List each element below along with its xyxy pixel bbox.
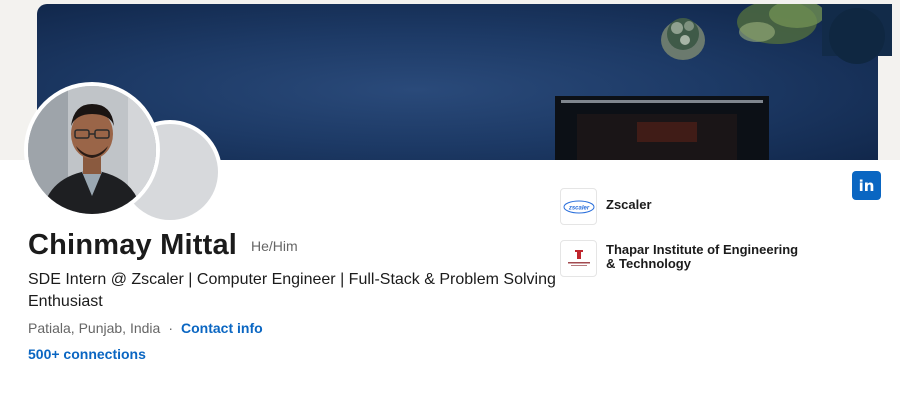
org-thapar[interactable]: Thapar Institute of Engineering & Techno… (560, 240, 806, 277)
connections-link[interactable]: 500+ connections (28, 346, 146, 362)
org-name: Thapar Institute of Engineering & Techno… (606, 242, 799, 271)
avatar (28, 86, 156, 214)
profile-page: Chinmay Mittal He/Him SDE Intern @ Zscal… (0, 0, 900, 420)
linkedin-icon[interactable]: in (852, 171, 881, 200)
overlay-avatar (829, 8, 885, 64)
zscaler-logo-icon: zscaler (563, 200, 594, 213)
zscaler-logo: zscaler (560, 188, 597, 225)
profile-photo[interactable] (24, 82, 160, 218)
person-photo-icon (28, 86, 156, 214)
pronouns: He/Him (251, 238, 298, 254)
separator-dot: · (168, 320, 173, 336)
profile-name: Chinmay Mittal (28, 229, 238, 261)
location-row: Patiala, Punjab, India · Contact info (28, 320, 263, 336)
org-name: Zscaler (606, 197, 652, 212)
org-zscaler[interactable]: zscaler Zscaler (560, 188, 806, 225)
contact-info-link[interactable]: Contact info (181, 320, 263, 336)
profile-headline: SDE Intern @ Zscaler | Computer Engineer… (28, 271, 556, 310)
svg-text:zscaler: zscaler (567, 205, 589, 211)
thapar-logo-icon (567, 249, 590, 266)
thapar-logo (560, 240, 597, 277)
location-text: Patiala, Punjab, India (28, 320, 161, 336)
